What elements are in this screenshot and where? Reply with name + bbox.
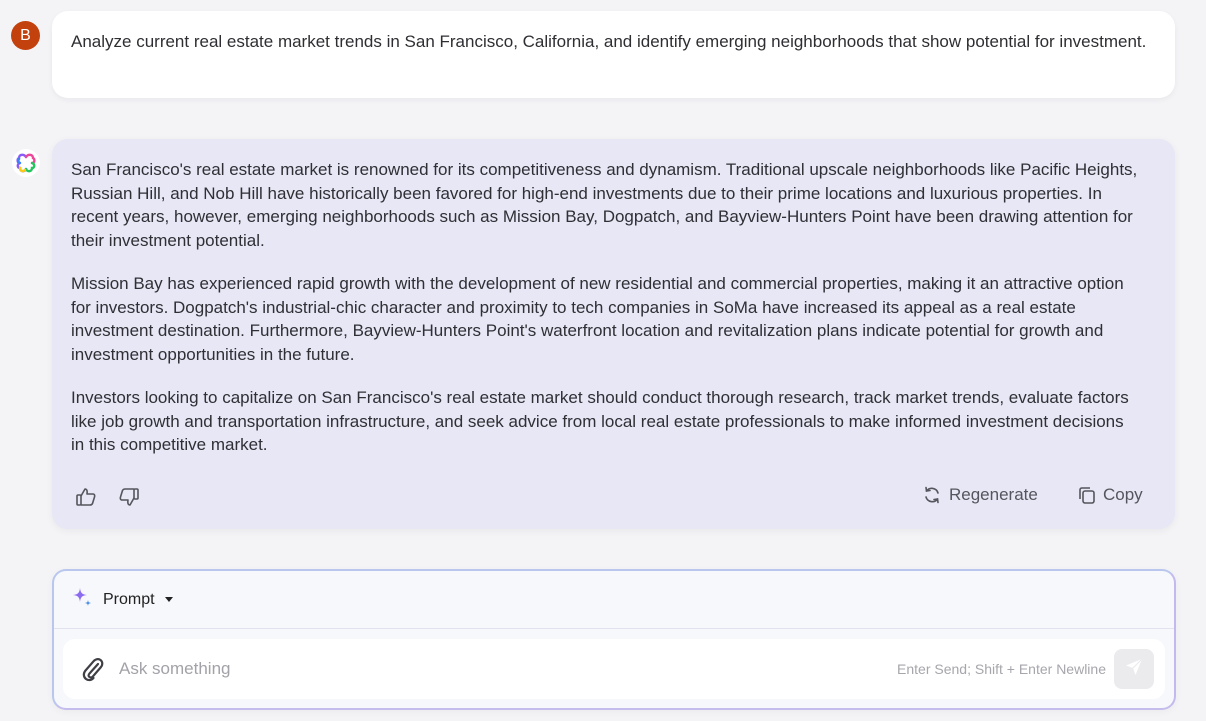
regenerate-label: Regenerate [949,485,1038,504]
keyboard-hint: Enter Send; Shift + Enter Newline [897,661,1106,677]
assistant-paragraph: Mission Bay has experienced rapid growth… [71,274,1124,364]
thumbs-down-icon [118,486,140,508]
send-button[interactable] [1114,649,1154,689]
copy-label: Copy [1103,485,1143,504]
assistant-message-bubble: San Francisco's real estate market is re… [52,139,1175,529]
assistant-paragraph: Investors looking to capitalize on San F… [71,388,1129,454]
input-row: Enter Send; Shift + Enter Newline [63,639,1165,699]
chevron-down-icon [164,597,173,602]
copy-button[interactable]: Copy [1077,485,1143,505]
like-button[interactable] [75,486,97,508]
dislike-button[interactable] [118,486,140,508]
assistant-logo-icon [12,149,40,177]
message-actions: Regenerate Copy [52,483,1175,513]
regenerate-button[interactable]: Regenerate [922,485,1038,505]
thumbs-up-icon [75,486,97,508]
user-message-bubble: Analyze current real estate market trend… [52,11,1175,98]
prompt-mode-selector[interactable]: Prompt [54,571,1174,629]
paperclip-icon[interactable] [81,656,105,682]
sparkle-icon [72,586,94,613]
composer: Prompt Enter Send; Shift + Enter Newline [52,569,1176,710]
user-avatar: B [11,21,40,50]
ask-input[interactable] [119,659,898,679]
refresh-icon [922,485,942,505]
assistant-paragraph: San Francisco's real estate market is re… [71,160,1138,250]
prompt-mode-label: Prompt [103,590,155,608]
user-message-text: Analyze current real estate market trend… [71,32,1147,51]
copy-icon [1077,485,1097,505]
send-icon [1124,657,1144,682]
